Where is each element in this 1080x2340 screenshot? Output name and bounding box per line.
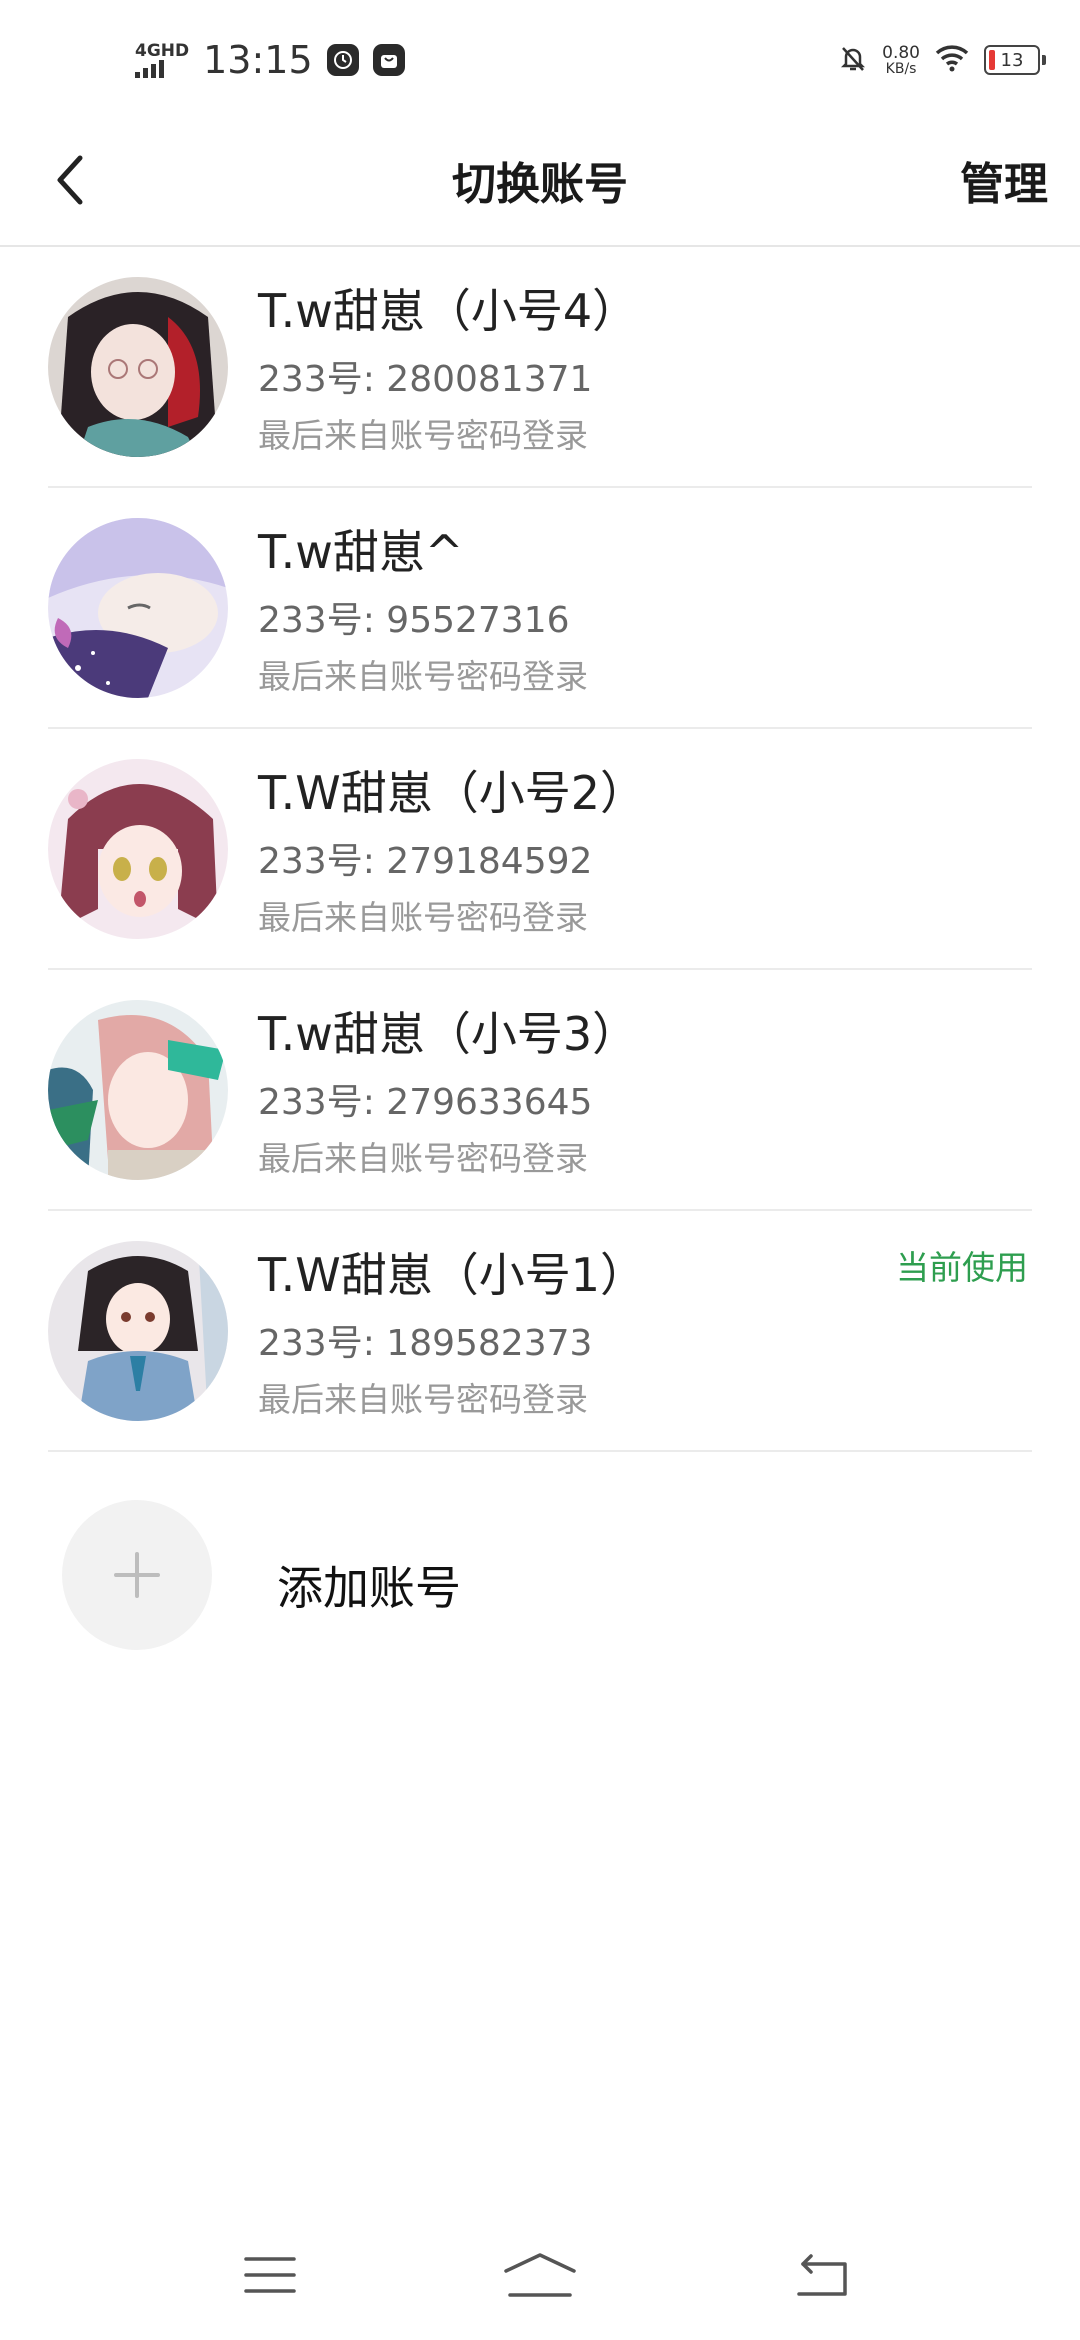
account-name: T.w甜崽^ [258, 525, 464, 579]
avatar [48, 1000, 228, 1180]
wifi-icon [934, 43, 970, 77]
account-item[interactable]: T.W甜崽（小号1） 233号: 189582373 最后来自账号密码登录 当前… [0, 1211, 1080, 1452]
account-item[interactable]: T.w甜崽（小号4） 233号: 280081371 最后来自账号密码登录 [0, 247, 1080, 488]
avatar [48, 277, 228, 457]
account-name: T.w甜崽（小号3） [258, 1007, 639, 1061]
battery-level: 13 [1000, 49, 1024, 71]
status-right: 0.80 KB/s 13 [838, 30, 1046, 90]
system-nav-bar [0, 2210, 1080, 2340]
add-account-label: 添加账号 [277, 1561, 461, 1615]
net-speed-unit: KB/s [885, 60, 917, 77]
manage-button[interactable]: 管理 [960, 148, 1048, 212]
account-item[interactable]: T.W甜崽（小号2） 233号: 279184592 最后来自账号密码登录 [0, 729, 1080, 970]
network-type: 4GHD [135, 40, 190, 61]
avatar [48, 1241, 228, 1421]
page-title: 切换账号 [452, 159, 628, 210]
menu-icon [244, 2257, 296, 2293]
account-id: 233号: 280081371 [258, 359, 593, 400]
account-login-method: 最后来自账号密码登录 [258, 1139, 588, 1178]
account-item[interactable]: T.w甜崽（小号3） 233号: 279633645 最后来自账号密码登录 [0, 970, 1080, 1211]
account-login-method: 最后来自账号密码登录 [258, 657, 588, 696]
account-list: T.w甜崽（小号4） 233号: 280081371 最后来自账号密码登录 T.… [0, 247, 1080, 1452]
net-speed: 0.80 KB/s [882, 42, 920, 77]
account-id: 233号: 279633645 [258, 1082, 593, 1123]
account-id: 233号: 279184592 [258, 841, 593, 882]
bag-app-icon [372, 44, 405, 76]
account-login-method: 最后来自账号密码登录 [258, 416, 588, 455]
status-bar: 4GHD 13:15 0.80 KB/s 13 [0, 0, 1080, 120]
signal-icon: 4GHD [135, 40, 190, 78]
menu-button[interactable] [225, 2235, 315, 2315]
home-icon [504, 2253, 576, 2297]
account-login-method: 最后来自账号密码登录 [258, 1380, 588, 1419]
back-icon [797, 2254, 847, 2296]
net-speed-value: 0.80 [882, 42, 920, 63]
app-header: 切换账号 管理 [0, 120, 1080, 247]
avatar [48, 518, 228, 698]
plus-icon [62, 1500, 212, 1650]
current-account-badge: 当前使用 [896, 1248, 1028, 1287]
account-login-method: 最后来自账号密码登录 [258, 898, 588, 937]
account-name: T.W甜崽（小号2） [258, 766, 647, 820]
account-item[interactable]: T.w甜崽^ 233号: 95527316 最后来自账号密码登录 [0, 488, 1080, 729]
status-left: 4GHD 13:15 [135, 30, 405, 90]
add-account-button[interactable]: 添加账号 [0, 1490, 1080, 1660]
status-time: 13:15 [203, 38, 313, 82]
home-button[interactable] [495, 2235, 585, 2315]
mute-bell-icon [838, 43, 868, 77]
avatar [48, 759, 228, 939]
back-nav-button[interactable] [778, 2235, 868, 2315]
account-name: T.w甜崽（小号4） [258, 284, 639, 338]
account-id: 233号: 189582373 [258, 1323, 593, 1364]
account-name: T.W甜崽（小号1） [258, 1248, 647, 1302]
account-id: 233号: 95527316 [258, 600, 570, 641]
clock-app-icon [326, 44, 359, 76]
battery-icon: 13 [984, 45, 1046, 75]
